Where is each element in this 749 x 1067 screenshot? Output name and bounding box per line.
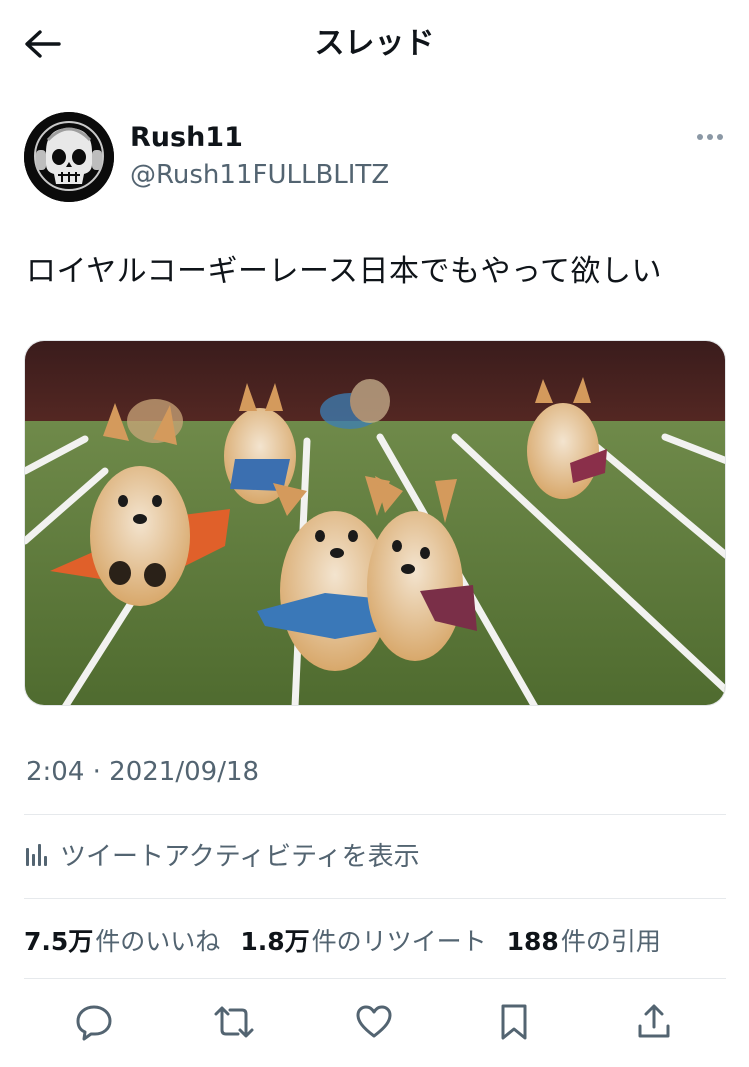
likes-stat[interactable]: 7.5万件のいいね xyxy=(24,922,220,958)
quotes-stat[interactable]: 188件の引用 xyxy=(507,922,661,958)
retweet-button[interactable] xyxy=(212,1000,256,1044)
corgi-race-photo xyxy=(25,341,725,705)
quotes-count: 188 xyxy=(506,927,559,956)
retweets-count: 1.8万 xyxy=(240,927,310,956)
tweet-stats: 7.5万件のいいね 1.8万件のリツイート 188件の引用 xyxy=(24,920,661,960)
avatar[interactable] xyxy=(24,112,114,202)
like-icon xyxy=(356,1005,392,1038)
page-title: スレッド xyxy=(314,26,435,61)
divider xyxy=(24,814,726,815)
likes-label: 件のいいね xyxy=(95,927,221,956)
user-handle[interactable]: @Rush11FULLBLITZ xyxy=(130,158,389,192)
skull-icon xyxy=(24,112,114,202)
tweet-text: ロイヤルコーギーレース日本でもやって欲しい xyxy=(26,254,662,289)
retweets-stat[interactable]: 1.8万件のリツイート xyxy=(240,922,486,958)
retweet-icon xyxy=(214,1006,254,1038)
activity-label: ツイートアクティビティを表示 xyxy=(60,841,420,872)
more-options-button[interactable] xyxy=(690,122,730,152)
reply-button[interactable] xyxy=(72,1000,116,1044)
reply-icon xyxy=(76,1005,112,1041)
divider xyxy=(24,978,726,979)
divider xyxy=(24,898,726,899)
bookmark-button[interactable] xyxy=(492,1000,536,1044)
tweet-timestamp[interactable]: 2:04 · 2021/09/18 xyxy=(26,754,259,790)
like-button[interactable] xyxy=(352,1000,396,1044)
more-dot xyxy=(697,134,703,140)
analytics-icon xyxy=(26,844,47,866)
bookmark-icon xyxy=(501,1004,527,1040)
more-dot xyxy=(717,134,723,140)
tweet-media-image[interactable] xyxy=(24,340,726,706)
share-button[interactable] xyxy=(632,1000,676,1044)
likes-count: 7.5万 xyxy=(24,927,94,956)
more-dot xyxy=(707,134,713,140)
display-name[interactable]: Rush11 xyxy=(130,120,243,156)
retweets-label: 件のリツイート xyxy=(311,927,487,956)
tweet-actions-bar xyxy=(24,996,726,1048)
tweet-activity-link[interactable]: ツイートアクティビティを表示 xyxy=(24,834,420,874)
top-bar: スレッド xyxy=(0,0,749,88)
share-icon xyxy=(638,1004,670,1038)
quotes-label: 件の引用 xyxy=(560,927,661,956)
